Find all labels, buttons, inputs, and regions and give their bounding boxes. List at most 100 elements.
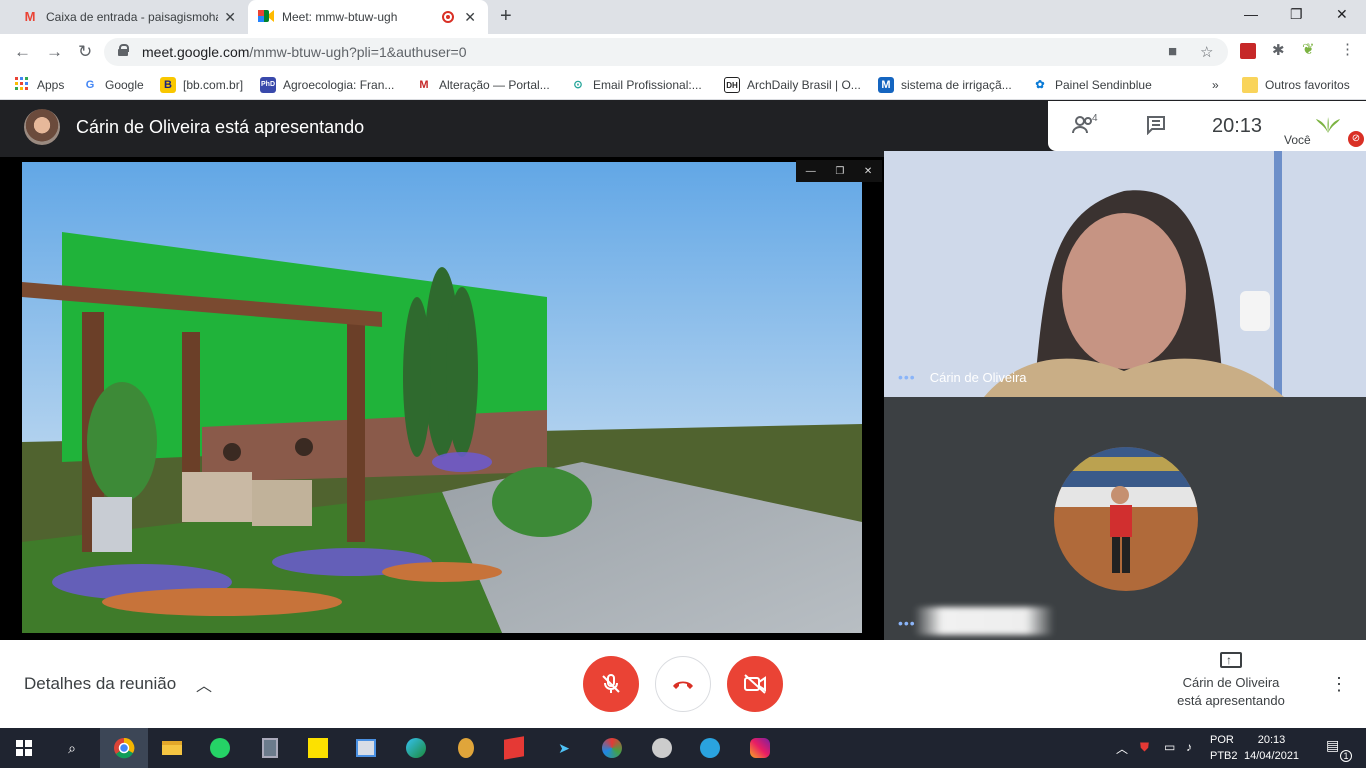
file-explorer-icon[interactable]: [158, 734, 186, 762]
participant-avatar-child: [1054, 447, 1198, 591]
windows-taskbar: ⌕ ➤ ︿ ⛊ ▭ ♪ POR PTB2 20:13 14/04/2021 ▤ …: [0, 728, 1366, 768]
chevron-up-icon[interactable]: ︿: [196, 672, 212, 696]
app-arrow-icon[interactable]: ➤: [550, 734, 578, 762]
app-window: M Caixa de entrada - paisagismoha ✕ Meet…: [0, 0, 1366, 768]
instagram-icon[interactable]: [746, 734, 774, 762]
folder-icon: [1242, 77, 1258, 93]
meeting-control-bar: Detalhes da reunião ︿ Cárin de Oliveira …: [0, 640, 1366, 728]
bookmarks-more-button[interactable]: »: [1212, 76, 1219, 94]
camera-toggle-button[interactable]: [727, 656, 783, 712]
tray-chevron-icon[interactable]: ︿: [1116, 740, 1128, 757]
close-icon[interactable]: ✕: [864, 166, 872, 177]
chat-icon[interactable]: [1146, 115, 1166, 140]
address-bar[interactable]: meet.google.com/mmw-btuw-ugh?pli=1&authu…: [104, 38, 1228, 66]
presentation-status[interactable]: Cárin de Oliveira está apresentando: [1160, 651, 1302, 710]
bookmark-star-icon[interactable]: ☆: [1200, 43, 1213, 61]
menu-kebab-icon[interactable]: ⋮: [1340, 40, 1355, 58]
microphone-toggle-button[interactable]: [583, 656, 639, 712]
hang-up-icon: [673, 681, 693, 689]
meeting-clock: 20:13: [1212, 115, 1263, 137]
bookmark-google[interactable]: G Google: [82, 76, 144, 94]
gmail-icon: M: [24, 9, 36, 24]
calculator-icon[interactable]: [256, 734, 284, 762]
phd-icon: PhD: [260, 77, 276, 93]
minimize-icon[interactable]: —: [806, 166, 816, 177]
taskbar-clock[interactable]: 20:13 14/04/2021: [1244, 732, 1299, 764]
meeting-details-button[interactable]: Detalhes da reunião: [24, 674, 176, 694]
redacted-name: [914, 607, 1054, 635]
forward-arrow-icon[interactable]: →: [46, 42, 63, 62]
present-screen-icon: [1220, 651, 1242, 669]
self-mic-off-icon: ⊘: [1348, 131, 1364, 147]
sendinblue-icon: ✿: [1035, 79, 1045, 91]
sketchup-icon[interactable]: [500, 734, 528, 762]
camera-off-icon: [744, 674, 766, 694]
apps-grid-icon: [14, 77, 30, 93]
tab-gmail[interactable]: M Caixa de entrada - paisagismoha ✕: [12, 0, 248, 34]
camera-icon[interactable]: ■: [1168, 43, 1177, 60]
bookmark-other-favorites[interactable]: Outros favoritos: [1242, 76, 1350, 94]
participant-name-carin: ••• Cárin de Oliveira: [898, 369, 1027, 385]
bookmark-archdaily[interactable]: DH ArchDaily Brasil | O...: [724, 76, 861, 94]
network-icon[interactable]: ▭: [1164, 740, 1175, 754]
tab-title: Caixa de entrada - paisagismoha: [46, 10, 218, 24]
new-tab-button[interactable]: +: [500, 5, 512, 28]
bookmark-alteracao[interactable]: M Alteração — Portal...: [416, 76, 549, 94]
presenter-title: Cárin de Oliveira está apresentando: [76, 117, 365, 137]
whatsapp-icon[interactable]: [206, 734, 234, 762]
telegram-icon[interactable]: [696, 734, 724, 762]
app-pineapple-icon[interactable]: [452, 734, 480, 762]
bookmark-agroecologia[interactable]: PhD Agroecologia: Fran...: [260, 76, 394, 94]
close-window-button[interactable]: ✕: [1336, 6, 1348, 23]
language-indicator[interactable]: POR PTB2: [1210, 732, 1238, 764]
bb-icon: B: [160, 77, 176, 93]
tab-strip: M Caixa de entrada - paisagismoha ✕ Meet…: [0, 0, 1366, 34]
close-tab-icon[interactable]: ✕: [224, 9, 236, 26]
meet-icon: [258, 9, 274, 25]
maximize-button[interactable]: ❐: [1290, 6, 1303, 23]
close-tab-icon[interactable]: ✕: [464, 9, 476, 26]
url-text: meet.google.com/mmw-btuw-ugh?pli=1&authu…: [142, 44, 467, 60]
reload-icon[interactable]: ↻: [78, 42, 92, 62]
app-globe-icon[interactable]: [648, 734, 676, 762]
windows-start-icon[interactable]: [10, 734, 38, 762]
google-icon: G: [85, 79, 95, 91]
snipping-tool-icon[interactable]: [352, 734, 380, 762]
back-arrow-icon[interactable]: ←: [14, 42, 31, 62]
meeting-info-panel: 4 20:13 Você ⊘: [1048, 101, 1366, 151]
tab-meet[interactable]: Meet: mmw-btuw-ugh ✕: [248, 0, 488, 34]
participant-tile-carin[interactable]: ••• Cárin de Oliveira: [884, 151, 1366, 397]
davinci-icon[interactable]: [598, 734, 626, 762]
navigation-bar: ← → ↻ meet.google.com/mmw-btuw-ugh?pli=1…: [0, 34, 1366, 70]
bookmark-bb[interactable]: B [bb.com.br]: [160, 76, 243, 94]
bookmarks-bar: Apps G Google B [bb.com.br] PhD Agroecol…: [0, 70, 1366, 100]
mic-off-icon: [602, 674, 620, 693]
minimize-button[interactable]: —: [1244, 6, 1258, 22]
bookmark-apps[interactable]: Apps: [14, 76, 64, 94]
participant-tile-2[interactable]: •••: [884, 397, 1366, 640]
recording-icon: [442, 11, 454, 23]
pdf-extension-icon[interactable]: [1240, 43, 1256, 59]
self-label: Você: [1284, 133, 1311, 147]
presentation-stage: — ❐ ✕: [0, 157, 884, 640]
presenter-avatar: [24, 109, 60, 145]
bookmark-email[interactable]: ⊙ Email Profissional:...: [570, 76, 701, 94]
sticky-notes-icon[interactable]: [304, 734, 332, 762]
leave-call-button[interactable]: [655, 656, 711, 712]
more-options-icon[interactable]: ⋮: [1330, 674, 1348, 695]
more-options-icon[interactable]: •••: [898, 369, 916, 385]
puzzle-extensions-icon[interactable]: ✱: [1272, 41, 1285, 59]
tab-title: Meet: mmw-btuw-ugh: [282, 10, 398, 24]
chrome-icon[interactable]: [100, 728, 148, 768]
bookmark-sendinblue[interactable]: ✿ Painel Sendinblue: [1032, 76, 1151, 94]
notifications-icon[interactable]: ▤: [1326, 737, 1339, 754]
bookmark-irrigacao[interactable]: M sistema de irrigaçã...: [878, 76, 1012, 94]
search-icon[interactable]: ⌕: [58, 734, 86, 762]
edge-icon[interactable]: [402, 734, 430, 762]
mcafee-icon[interactable]: ⛊: [1140, 740, 1149, 755]
leaf-avatar-icon: [1314, 115, 1342, 135]
leaf-profile-icon[interactable]: ❦: [1302, 40, 1315, 58]
notification-count: 1: [1340, 750, 1352, 762]
volume-icon[interactable]: ♪: [1186, 740, 1192, 754]
restore-icon[interactable]: ❐: [835, 166, 844, 177]
